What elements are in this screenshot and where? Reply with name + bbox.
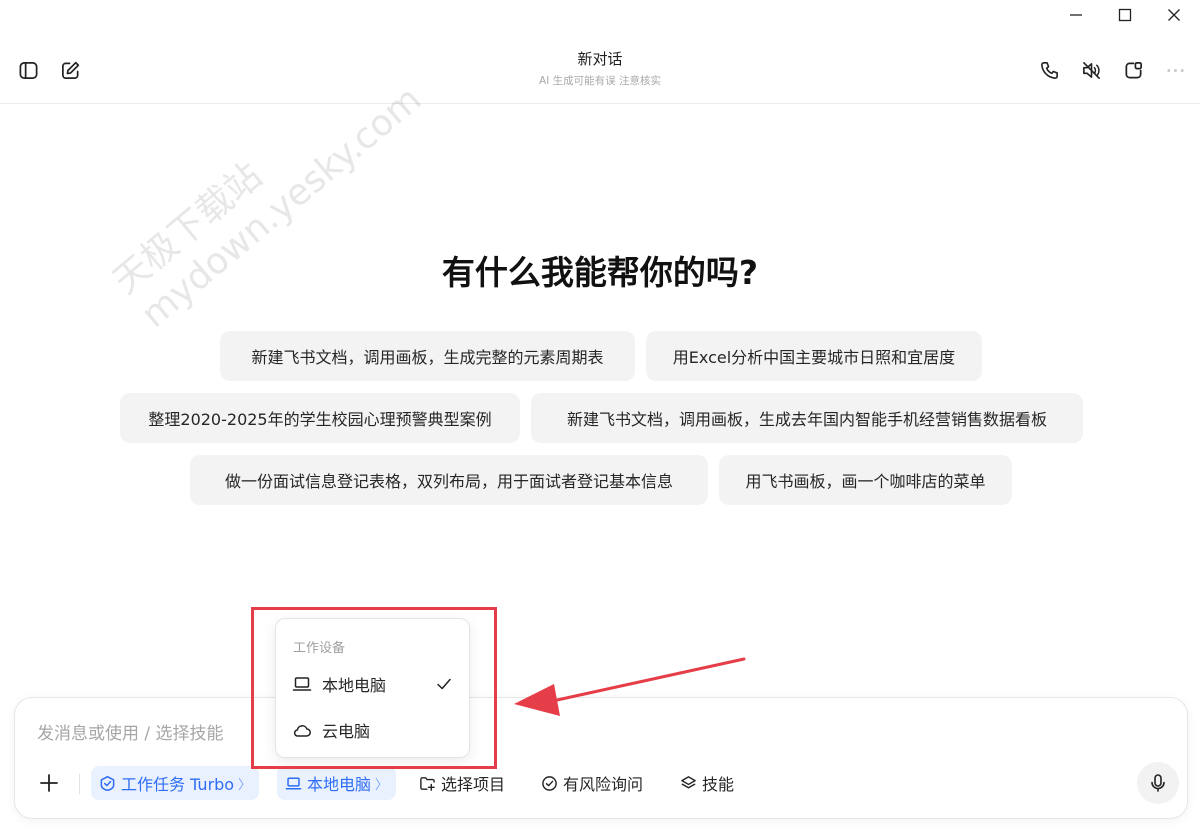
more-options-button[interactable] [1159,54,1191,86]
more-horizontal-icon [1166,68,1184,72]
picture-in-picture-icon [1124,61,1142,79]
window-mode-button[interactable] [1117,54,1149,86]
sidebar-toggle-button[interactable] [12,54,44,86]
suggestion-chip[interactable]: 整理2020-2025年的学生校园心理预警典型案例 [120,393,520,443]
task-mode-label: 工作任务 Turbo [121,775,235,794]
speaker-muted-icon [1082,61,1100,79]
risk-ask-label: 有风险询问 [563,775,644,794]
suggestion-chip[interactable]: 新建飞书文档，调用画板，生成去年国内智能手机经营销售数据看板 [531,393,1083,443]
window-title-bar [0,0,1200,34]
task-mode-selector[interactable]: 工作任务 Turbo 〉 [91,766,260,800]
header-title-block: 新对话 AI 生成可能有误 注意核实 [400,48,800,88]
suggestion-chip[interactable]: 做一份面试信息登记表格，双列布局，用于面试者登记基本信息 [190,455,708,505]
task-turbo-icon [100,775,115,791]
sidebar-icon [19,61,37,79]
call-button[interactable] [1033,54,1065,86]
risk-ask-toggle[interactable]: 有风险询问 [537,766,647,800]
welcome-heading: 有什么我能帮你的吗? [441,253,759,292]
message-composer: 发消息或使用 / 选择技能 工作任务 Turbo 〉 本地电脑 〉 选择项目 有… [14,697,1188,819]
close-icon [1168,9,1180,21]
select-project-label: 选择项目 [441,775,506,794]
close-button[interactable] [1151,0,1197,30]
ai-disclaimer: AI 生成可能有误 注意核实 [539,75,661,87]
attach-button[interactable] [35,769,63,797]
edit-icon [61,61,79,79]
layers-icon [681,775,696,788]
toolbar-divider [79,774,80,794]
annotation-highlight-box [251,607,497,769]
chevron-right-icon: 〉 [375,777,389,793]
skills-label: 技能 [702,775,735,794]
mute-button[interactable] [1075,54,1107,86]
phone-icon [1040,61,1058,79]
laptop-icon [285,777,302,789]
chevron-right-icon: 〉 [238,777,252,793]
voice-input-button[interactable] [1137,762,1179,804]
chat-header: 新对话 AI 生成可能有误 注意核实 [0,34,1200,104]
message-input[interactable]: 发消息或使用 / 选择技能 [37,719,224,744]
device-label: 本地电脑 [307,775,372,794]
plus-icon [40,774,58,792]
folder-plus-icon [420,776,435,791]
minimize-button[interactable] [1053,0,1099,30]
maximize-button[interactable] [1102,0,1148,30]
suggestion-chip[interactable]: 新建飞书文档，调用画板，生成完整的元素周期表 [220,331,635,381]
skills-button[interactable]: 技能 [676,766,738,800]
minimize-icon [1070,14,1082,16]
new-chat-button[interactable] [54,54,86,86]
device-selector[interactable]: 本地电脑 〉 [277,766,397,800]
select-project-button[interactable]: 选择项目 [415,766,509,800]
check-circle-icon [542,775,557,791]
suggestion-chip[interactable]: 用Excel分析中国主要城市日照和宜居度 [646,331,982,381]
suggestion-chip[interactable]: 用飞书画板，画一个咖啡店的菜单 [719,455,1012,505]
page-title: 新对话 [577,50,623,68]
microphone-icon [1151,774,1165,792]
maximize-icon [1118,8,1132,22]
